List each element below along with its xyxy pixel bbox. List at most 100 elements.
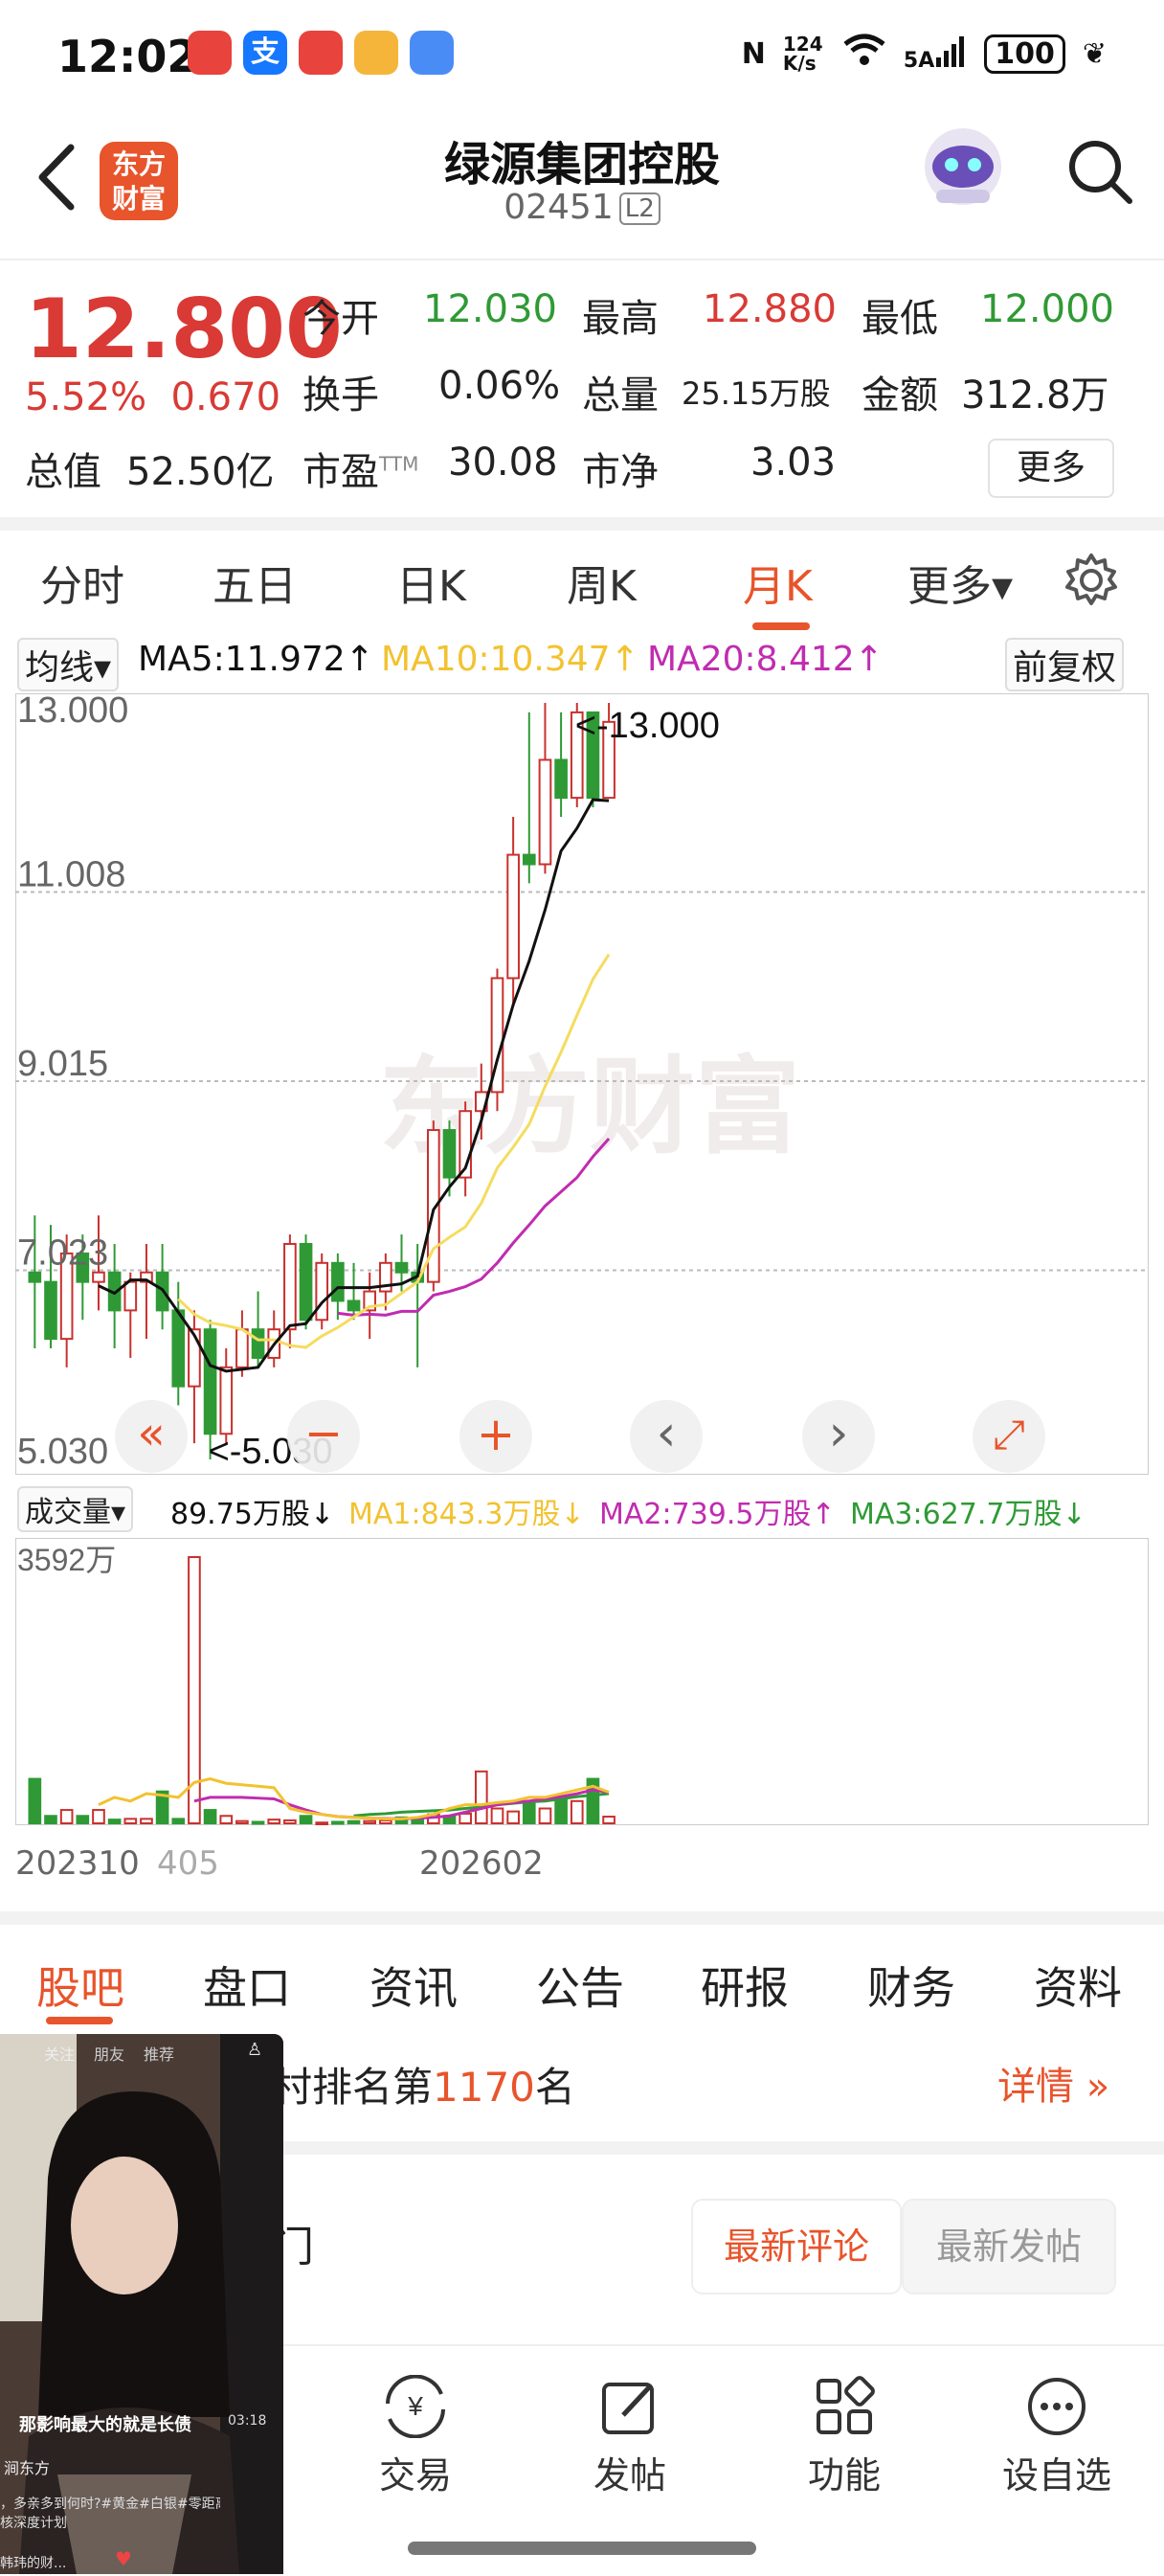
candlestick-chart[interactable]: 东方财富 13.000 11.008 9.015 7.023 5.030 <-13.000… [14, 690, 1150, 1476]
volume-value: 25.15万股 [682, 375, 831, 412]
ma10-value: MA10:10.347↑ [381, 640, 639, 679]
volume-bar [203, 1809, 217, 1824]
y-tick-label: 13.000 [17, 693, 128, 731]
pe-value: 30.08 [448, 441, 558, 485]
stock-code: 02451 [504, 188, 614, 227]
tab-more[interactable]: 更多▾ [907, 552, 1013, 613]
zoom-in-button[interactable]: + [459, 1400, 536, 1477]
expand-icon: ⤢ [973, 1400, 1045, 1473]
tab-intraday[interactable]: 分时 [40, 552, 124, 613]
chevron-left-icon: ‹ [630, 1400, 703, 1473]
volume-bar [331, 1820, 345, 1825]
trade-icon: ¥ [386, 2375, 445, 2438]
scroll-left-button[interactable]: ‹ [630, 1400, 706, 1477]
volume-chart[interactable]: 3592万 [14, 1537, 1150, 1826]
low-label: 最低 [862, 297, 938, 341]
home-indicator[interactable] [408, 2542, 756, 2555]
video-tab-recommend[interactable]: 推荐 [144, 2042, 174, 2065]
robot-assistant-icon[interactable] [917, 119, 1009, 211]
tab-profile[interactable]: 资料 [1034, 1954, 1122, 2017]
change-pct: 5.52% [25, 375, 147, 419]
profile-icon[interactable]: ♙ [247, 2040, 262, 2060]
tab-daily-k[interactable]: 日K [396, 552, 466, 613]
tab-finance[interactable]: 财务 [867, 1954, 955, 2017]
volume-bar [235, 1819, 249, 1824]
edit-icon [602, 2383, 654, 2434]
tab-guba[interactable]: 股吧 [36, 1954, 124, 2017]
tab-order-book[interactable]: 盘口 [203, 1954, 291, 2017]
alipay-icon: 支 [243, 31, 287, 75]
indicator-selector[interactable]: 均线▾ [17, 638, 120, 691]
tab-news[interactable]: 资讯 [369, 1954, 458, 2017]
rank-suffix: 名 [534, 2064, 575, 2111]
chart-rewind-button[interactable]: « [115, 1400, 191, 1477]
vol-ma2: MA2:739.5万股↑ [599, 1498, 836, 1531]
gear-icon[interactable] [1063, 552, 1120, 613]
tab-announcements[interactable]: 公告 [536, 1954, 624, 2017]
app-heart-icon [299, 31, 343, 75]
detail-link[interactable]: 详情 » [997, 2055, 1109, 2111]
y-tick-label: 9.015 [17, 1044, 108, 1084]
scroll-right-button[interactable]: › [802, 1400, 879, 1477]
volume-bar [123, 1818, 138, 1825]
volume-frame [14, 1537, 1150, 1826]
floating-video-player[interactable]: 关注 朋友 推荐 ♙ 那影响最大的就是长债 03:18 涧东方 ，多亲多到何时?… [0, 2034, 283, 2574]
volume-label: 总量 [582, 373, 659, 418]
amount-label: 金额 [862, 373, 938, 418]
volume-bar [379, 1819, 392, 1825]
open-label: 今开 [302, 297, 379, 341]
adjust-selector[interactable]: 前复权 [1005, 638, 1125, 691]
video-tab-follow[interactable]: 关注 [44, 2042, 75, 2065]
quote-panel: 12.800 5.52% 0.670 今开 12.030 最高 12.880 最… [0, 259, 1164, 519]
app-notification-icon [188, 31, 232, 75]
candle-body [44, 1280, 57, 1341]
nav-trade[interactable]: ¥ 交易 [320, 2375, 511, 2498]
volume-selector[interactable]: 成交量▾ [17, 1486, 134, 1532]
leaf-icon: ❦ [1082, 36, 1107, 71]
nav-add-watchlist[interactable]: 设自选 [961, 2375, 1153, 2498]
vol-ma1: MA1:843.3万股↓ [348, 1498, 585, 1531]
volume-legend: 成交量▾ 89.75万股↓ MA1:843.3万股↓ MA2:739.5万股↑ … [0, 1480, 1164, 1532]
high-value: 12.880 [703, 287, 837, 331]
volume-bar [107, 1819, 122, 1824]
status-time: 12:02 [57, 31, 198, 82]
more-quote-button[interactable]: 更多 [988, 439, 1114, 498]
volume-max-label: 3592万 [17, 1543, 116, 1577]
more-dots-icon [1028, 2378, 1086, 2435]
turnover-label: 换手 [302, 373, 379, 418]
zoom-in-icon: + [459, 1400, 532, 1473]
candle-body [235, 1328, 249, 1368]
tab-research[interactable]: 研报 [701, 1954, 789, 2017]
svg-text:¥: ¥ [407, 2391, 423, 2421]
like-icon[interactable]: ♥ [115, 2547, 132, 2570]
zoom-out-button[interactable]: − [287, 1400, 364, 1477]
tab-monthly-k[interactable]: 月K [743, 552, 813, 613]
video-author[interactable]: 涧东方 [4, 2455, 50, 2478]
latest-post-tab[interactable]: 最新发帖 [902, 2199, 1116, 2294]
volume-bar [299, 1815, 313, 1825]
video-tab-friends[interactable]: 朋友 [94, 2042, 124, 2065]
fullscreen-button[interactable]: ⤢ [973, 1400, 1049, 1477]
nav-post[interactable]: 发帖 [534, 2375, 726, 2498]
candle-body [251, 1328, 265, 1359]
tab-weekly-k[interactable]: 周K [567, 552, 637, 613]
latest-comment-tab[interactable]: 最新评论 [691, 2199, 902, 2294]
candle-body [171, 1309, 186, 1388]
price-change: 5.52% 0.670 [25, 375, 280, 419]
pe-label: 市盈TTM [302, 441, 418, 496]
active-tab-underline [752, 622, 810, 630]
detail-label: 详情 [997, 2065, 1074, 2109]
tab-five-day[interactable]: 五日 [213, 552, 297, 613]
volume-bar [28, 1777, 42, 1825]
chart-rewind-icon: « [115, 1400, 188, 1473]
max-price-label: <-13.000 [575, 706, 720, 746]
video-caption: 那影响最大的就是长债 [19, 2415, 191, 2435]
nav-functions[interactable]: 功能 [749, 2375, 940, 2498]
volume-bar [44, 1815, 57, 1825]
y-tick-label: 5.030 [17, 1432, 108, 1472]
high-label: 最高 [582, 297, 659, 341]
pe-sup: TTM [379, 452, 419, 476]
candle-body [203, 1328, 217, 1435]
search-button[interactable] [1063, 134, 1139, 211]
status-bar: 12:02 支 N 124 K/s 5A 100 ❦ [0, 0, 1164, 105]
